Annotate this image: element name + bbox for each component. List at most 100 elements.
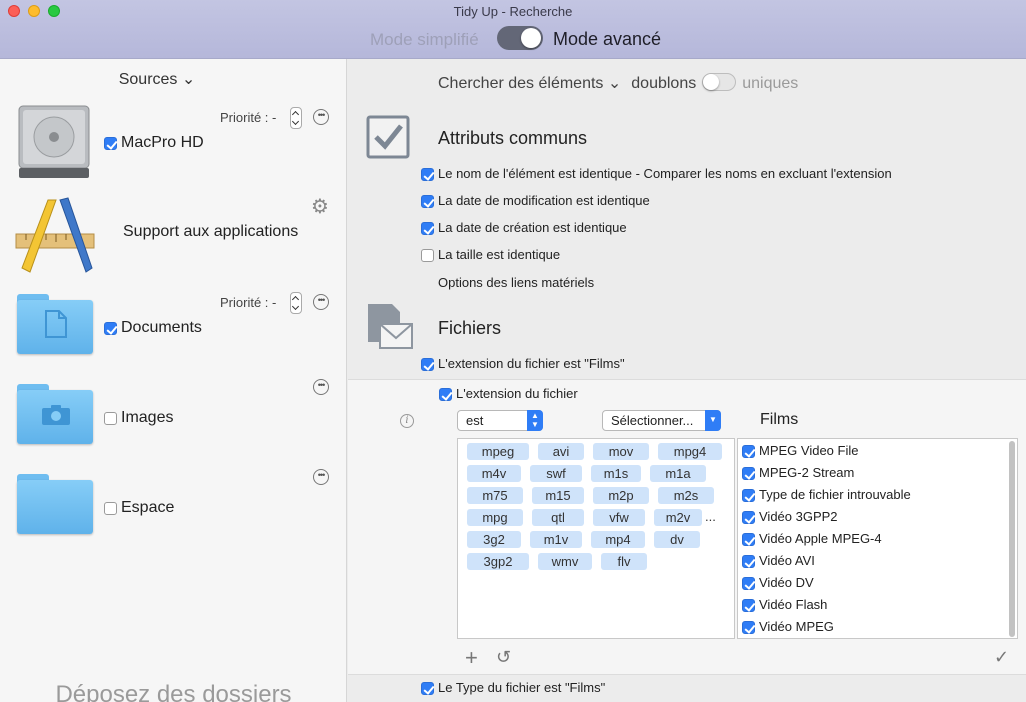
film-type-checkbox[interactable] (742, 555, 755, 569)
extension-token[interactable]: qtl (532, 509, 584, 526)
source-item-documents[interactable]: Documents Priorité : - ••• (0, 284, 346, 374)
extension-token[interactable]: mpg (467, 509, 523, 526)
film-type-checkbox[interactable] (742, 511, 755, 525)
attribute-checkbox[interactable] (421, 195, 434, 209)
extension-token[interactable]: wmv (538, 553, 592, 570)
hardlink-options-link[interactable]: Options des liens matériels (438, 275, 594, 290)
extension-token[interactable]: avi (538, 443, 584, 460)
documents-checkbox[interactable] (104, 322, 117, 335)
mode-switch[interactable] (497, 26, 543, 50)
film-type-item[interactable]: MPEG-2 Stream (742, 465, 854, 481)
source-item-espace[interactable]: Espace ••• (0, 464, 346, 554)
espace-checkbox[interactable] (104, 502, 117, 515)
film-type-item[interactable]: MPEG Video File (742, 443, 858, 459)
mode-switch-knob (521, 28, 541, 48)
criteria-panel: Chercher des éléments ⌄ doublons uniques A… (348, 59, 1026, 702)
extension-picker-select[interactable]: Sélectionner... ▼ (602, 410, 721, 431)
extension-token[interactable]: vfw (593, 509, 645, 526)
source-item-images[interactable]: Images ••• (0, 374, 346, 464)
checkmark-box-icon (366, 115, 410, 159)
extension-token[interactable]: m1a (650, 465, 706, 482)
extension-token[interactable]: dv (654, 531, 700, 548)
duplicates-label[interactable]: doublons (631, 75, 696, 92)
advanced-mode-label[interactable]: Mode avancé (553, 29, 661, 50)
film-type-item[interactable]: Vidéo Apple MPEG-4 (742, 531, 882, 547)
attribute-option[interactable]: La date de création est identique (421, 220, 627, 236)
film-types-list[interactable]: MPEG Video File MPEG-2 Stream Type de fi… (737, 438, 1018, 639)
extension-token[interactable]: 3g2 (467, 531, 521, 548)
file-extension-option[interactable]: L'extension du fichier (439, 386, 578, 402)
film-type-item[interactable]: Vidéo MPEG (742, 619, 834, 635)
type-films-checkbox[interactable] (421, 682, 434, 696)
film-type-checkbox[interactable] (742, 467, 755, 481)
film-type-checkbox[interactable] (742, 533, 755, 547)
extension-token[interactable]: swf (530, 465, 582, 482)
attribute-option[interactable]: La date de modification est identique (421, 193, 650, 209)
more-options-icon[interactable]: ••• (313, 294, 329, 310)
priority-stepper[interactable] (290, 292, 302, 314)
extension-token[interactable]: m4v (467, 465, 521, 482)
extension-token[interactable]: mpeg (467, 443, 529, 460)
reset-icon[interactable]: ↺ (496, 647, 511, 668)
search-elements-menu[interactable]: Chercher des éléments ⌄ (438, 75, 621, 92)
file-extension-checkbox[interactable] (439, 388, 452, 402)
gear-icon[interactable]: ⚙ (311, 194, 329, 219)
images-checkbox[interactable] (104, 412, 117, 425)
extension-token[interactable]: flv (601, 553, 647, 570)
extension-token[interactable]: mp4 (591, 531, 645, 548)
film-type-checkbox[interactable] (742, 577, 755, 591)
ext-films-option[interactable]: L'extension du fichier est "Films" (421, 356, 625, 372)
attribute-option[interactable]: Le nom de l'élément est identique - Comp… (421, 166, 892, 182)
extension-token[interactable]: mpg4 (658, 443, 722, 460)
extension-token[interactable]: m1v (530, 531, 582, 548)
extension-token[interactable]: m2p (593, 487, 649, 504)
attribute-checkbox[interactable] (421, 168, 434, 182)
priority-label: Priorité : - (220, 110, 277, 125)
type-films-option[interactable]: Le Type du fichier est "Films" (421, 680, 605, 696)
priority-label: Priorité : - (220, 295, 277, 310)
sources-menu[interactable]: Sources ⌄ (0, 69, 314, 89)
extension-token[interactable]: 3gp2 (467, 553, 529, 570)
common-attributes-title: Attributs communs (438, 128, 588, 148)
film-type-item[interactable]: Vidéo 3GPP2 (742, 509, 838, 525)
drop-folders-hint: Déposez des dossiers (55, 681, 292, 702)
more-options-icon[interactable]: ••• (313, 379, 329, 395)
macpro-hd-checkbox[interactable] (104, 137, 117, 150)
confirm-icon[interactable]: ✓ (994, 647, 1009, 668)
info-icon[interactable]: i (400, 414, 414, 428)
film-type-checkbox[interactable] (742, 489, 755, 503)
extension-token[interactable]: mov (593, 443, 649, 460)
file-extension-label: L'extension du fichier (456, 386, 578, 401)
film-list-scrollbar[interactable] (1009, 441, 1015, 637)
film-type-checkbox[interactable] (742, 599, 755, 613)
simple-mode-label[interactable]: Mode simplifié (370, 30, 479, 50)
applications-folder-icon (15, 197, 95, 273)
film-type-label: Vidéo MPEG (759, 619, 834, 634)
unique-label[interactable]: uniques (742, 75, 798, 92)
extension-token[interactable]: m15 (532, 487, 584, 504)
extension-token[interactable]: m2v (654, 509, 702, 526)
film-type-checkbox[interactable] (742, 621, 755, 635)
add-icon[interactable]: + (465, 645, 478, 671)
attribute-checkbox[interactable] (421, 222, 434, 236)
extension-token[interactable]: m75 (467, 487, 523, 504)
source-item-application-support[interactable]: Support aux applications ⚙ (0, 194, 346, 284)
attribute-option[interactable]: La taille est identique (421, 247, 560, 263)
extension-token[interactable]: m1s (591, 465, 641, 482)
extension-token[interactable]: m2s (658, 487, 714, 504)
film-type-item[interactable]: Vidéo DV (742, 575, 814, 591)
film-type-item[interactable]: Vidéo AVI (742, 553, 815, 569)
priority-stepper[interactable] (290, 107, 302, 129)
more-options-icon[interactable]: ••• (313, 109, 329, 125)
film-type-item[interactable]: Type de fichier introuvable (742, 487, 911, 503)
ext-films-checkbox[interactable] (421, 358, 434, 372)
source-item-macpro-hd[interactable]: MacPro HD Priorité : - ••• (0, 99, 346, 189)
more-options-icon[interactable]: ••• (313, 469, 329, 485)
extension-token-list[interactable]: mpeg avi mov mpg4 m4v swf m1s m1a m75 m1… (457, 438, 735, 639)
attribute-checkbox[interactable] (421, 249, 434, 263)
search-row: Chercher des éléments ⌄ doublons uniques (438, 70, 798, 93)
film-type-checkbox[interactable] (742, 445, 755, 459)
film-type-item[interactable]: Vidéo Flash (742, 597, 827, 613)
operator-select[interactable]: est ▲ ▼ (457, 410, 543, 431)
duplicates-unique-switch[interactable] (702, 73, 737, 91)
